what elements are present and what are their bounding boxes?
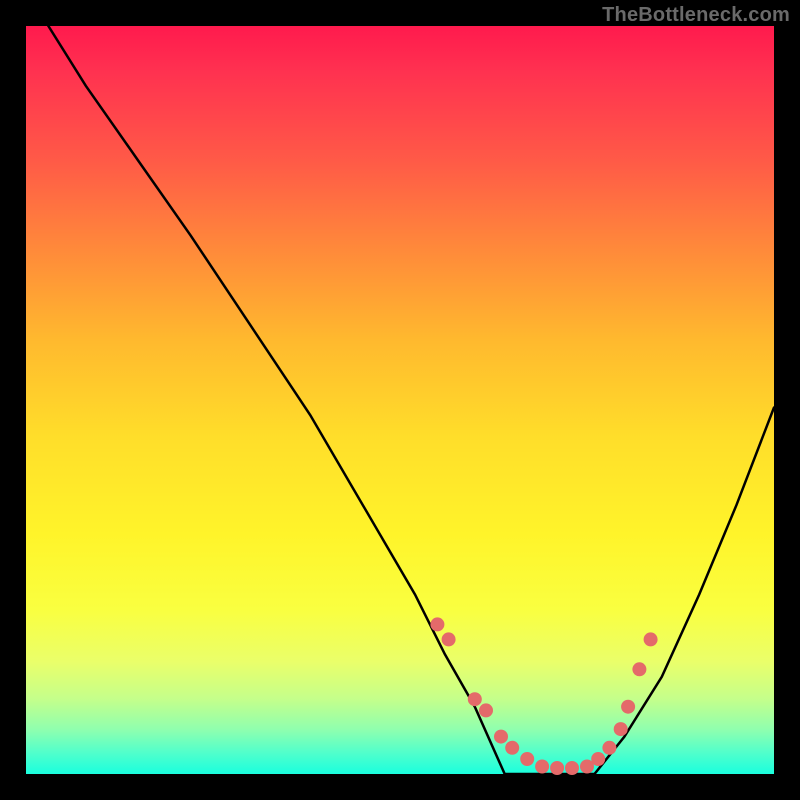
marker-dot	[565, 761, 579, 775]
marker-dot	[644, 632, 658, 646]
bottleneck-curve	[26, 0, 774, 774]
marker-dot	[520, 752, 534, 766]
marker-dot	[468, 692, 482, 706]
marker-dot	[479, 703, 493, 717]
chart-container: TheBottleneck.com	[0, 0, 800, 800]
marker-dot	[632, 662, 646, 676]
marker-dot	[591, 752, 605, 766]
marker-dot	[442, 632, 456, 646]
marker-dot	[430, 617, 444, 631]
plot-area	[26, 26, 774, 774]
marker-dots	[430, 617, 657, 775]
marker-dot	[535, 760, 549, 774]
marker-dot	[602, 741, 616, 755]
chart-svg	[26, 26, 774, 774]
marker-dot	[550, 761, 564, 775]
watermark-text: TheBottleneck.com	[602, 4, 790, 27]
marker-dot	[494, 730, 508, 744]
marker-dot	[621, 700, 635, 714]
marker-dot	[614, 722, 628, 736]
marker-dot	[505, 741, 519, 755]
